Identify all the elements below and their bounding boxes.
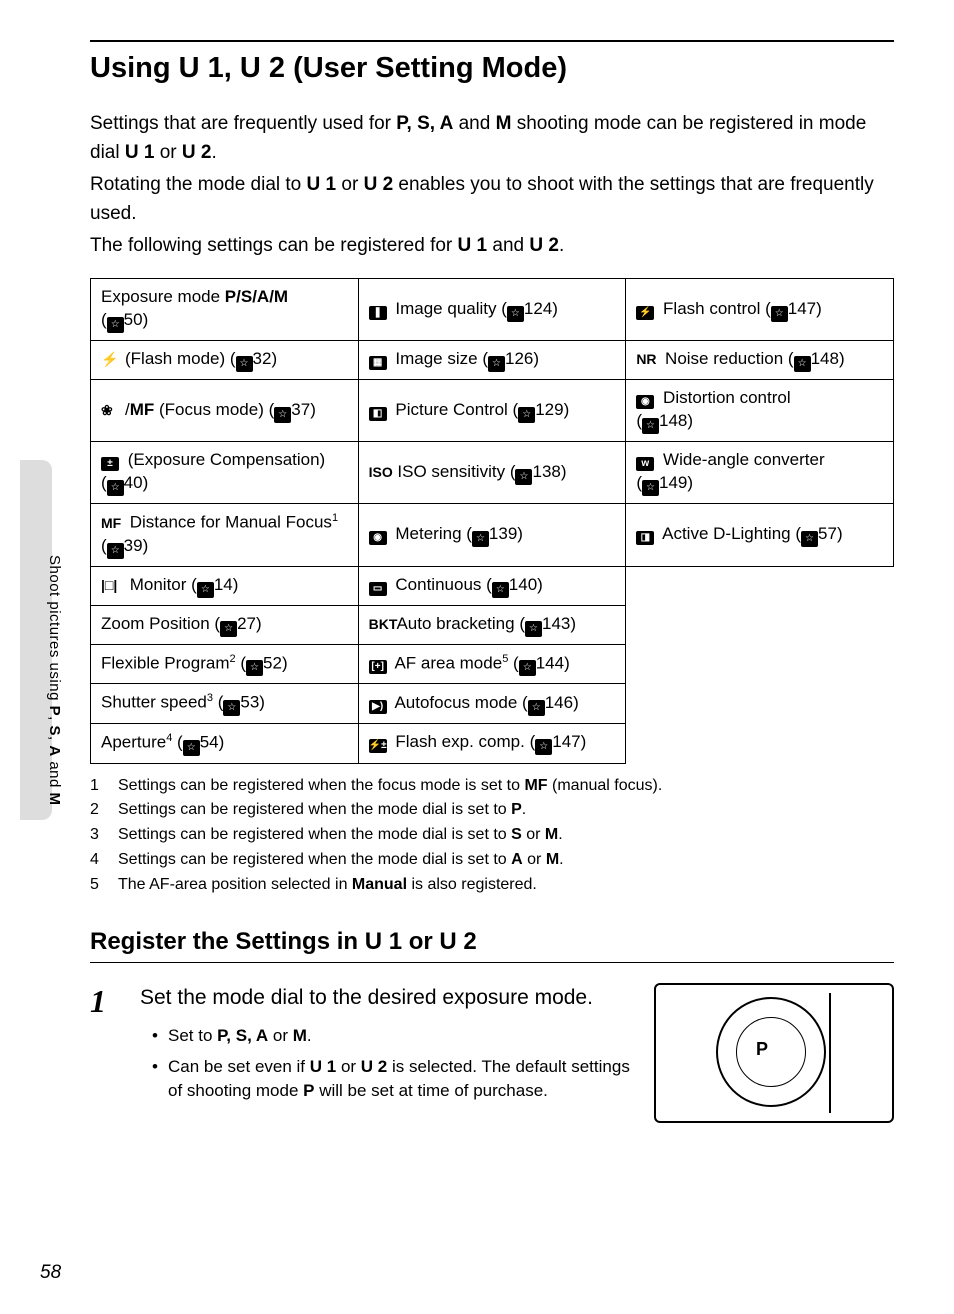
cell-exposure-comp: ± (Exposure Compensation)(☆40) [91, 442, 359, 504]
cell-wide-angle: w Wide-angle converter(☆149) [626, 442, 894, 504]
side-section-label: Shoot pictures using P, S, A and M [46, 555, 63, 806]
macro-icon: ❀ [101, 401, 125, 420]
flash-control-icon: ⚡ [636, 306, 654, 320]
cell-aperture: Aperture4 (☆54) [91, 723, 359, 763]
quality-icon: ❚ [369, 306, 387, 320]
continuous-icon: ▭ [369, 582, 387, 596]
cell-flexible-program: Flexible Program2 (☆52) [91, 644, 359, 684]
cell-exposure-mode: Exposure mode P/S/A/M(☆50) [91, 279, 359, 341]
cell-distortion-control: ◉ Distortion control(☆148) [626, 380, 894, 442]
subsection-title: Register the Settings in U 1 or U 2 [90, 928, 894, 963]
cell-autofocus-mode: ▶) Autofocus mode (☆146) [358, 684, 626, 724]
footnotes: 1Settings can be registered when the foc… [90, 774, 894, 898]
dlighting-icon: ◨ [636, 531, 654, 545]
manual-page: Shoot pictures using P, S, A and M Using… [0, 0, 954, 1314]
footnote-2: 2Settings can be registered when the mod… [90, 798, 894, 823]
cell-zoom-position: Zoom Position (☆27) [91, 605, 359, 644]
bkt-icon: BKT [369, 615, 393, 634]
size-icon: ▦ [369, 356, 387, 370]
page-title: Using U 1, U 2 (User Setting Mode) [90, 40, 894, 85]
flash-exp-icon: ⚡± [369, 739, 387, 753]
cell-af-area: [+] AF area mode5 (☆144) [358, 644, 626, 684]
intro-p1: Settings that are frequently used for P,… [90, 109, 894, 168]
cell-picture-control: ◧ Picture Control (☆129) [358, 380, 626, 442]
step-heading: Set the mode dial to the desired exposur… [140, 983, 634, 1012]
cell-focus-mode: ❀/MF (Focus mode) (☆37) [91, 380, 359, 442]
intro-block: Settings that are frequently used for P,… [90, 109, 894, 260]
intro-p3: The following settings can be registered… [90, 231, 894, 260]
footnote-1: 1Settings can be registered when the foc… [90, 774, 894, 799]
iso-icon: ISO [369, 463, 393, 482]
cell-metering: ◉ Metering (☆139) [358, 504, 626, 567]
cell-monitor: |□| Monitor (☆14) [91, 566, 359, 605]
cell-continuous: ▭ Continuous (☆140) [358, 566, 626, 605]
cell-noise-reduction: NR Noise reduction (☆148) [626, 341, 894, 380]
metering-icon: ◉ [369, 531, 387, 545]
cell-image-size: ▦ Image size (☆126) [358, 341, 626, 380]
af-area-icon: [+] [369, 660, 387, 674]
exp-comp-icon: ± [101, 457, 119, 471]
mode-dial-illustration: P [654, 983, 894, 1123]
cell-image-quality: ❚ Image quality (☆124) [358, 279, 626, 341]
page-ref-icon: ☆ [107, 317, 124, 333]
step-number: 1 [90, 983, 120, 1123]
flash-icon: ⚡ [101, 350, 125, 369]
intro-p2: Rotating the mode dial to U 1 or U 2 ena… [90, 170, 894, 229]
cell-mf-distance: MF Distance for Manual Focus1(☆39) [91, 504, 359, 567]
cell-flash-mode: ⚡(Flash mode) (☆32) [91, 341, 359, 380]
monitor-icon: |□| [101, 576, 125, 595]
footnote-3: 3Settings can be registered when the mod… [90, 823, 894, 848]
wide-angle-icon: w [636, 457, 654, 471]
mf-icon: MF [101, 514, 125, 533]
page-number: 58 [40, 1262, 61, 1284]
footnote-4: 4Settings can be registered when the mod… [90, 848, 894, 873]
cell-auto-bracketing: BKT Auto bracketing (☆143) [358, 605, 626, 644]
step-1: 1 Set the mode dial to the desired expos… [90, 983, 894, 1123]
cell-shutter-speed: Shutter speed3 (☆53) [91, 684, 359, 724]
cell-active-dlighting: ◨ Active D-Lighting (☆57) [626, 504, 894, 567]
step-bullet-1: Set to P, S, A or M. [152, 1024, 634, 1049]
picture-control-icon: ◧ [369, 407, 387, 421]
af-mode-icon: ▶) [369, 700, 387, 714]
cell-flash-control: ⚡ Flash control (☆147) [626, 279, 894, 341]
footnote-5: 5The AF-area position selected in Manual… [90, 873, 894, 898]
step-bullet-2: Can be set even if U 1 or U 2 is selecte… [152, 1055, 634, 1104]
nr-icon: NR [636, 350, 660, 369]
cell-iso: ISO ISO sensitivity (☆138) [358, 442, 626, 504]
cell-flash-exp-comp: ⚡± Flash exp. comp. (☆147) [358, 723, 626, 763]
distortion-icon: ◉ [636, 395, 654, 409]
settings-table: Exposure mode P/S/A/M(☆50) ❚ Image quali… [90, 278, 894, 763]
